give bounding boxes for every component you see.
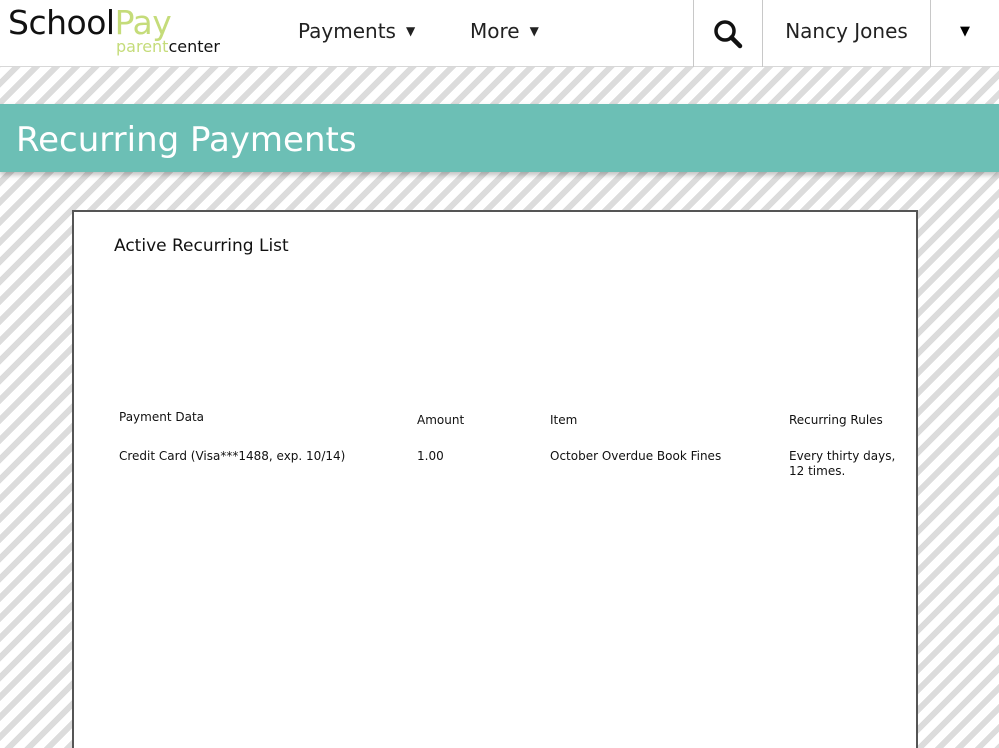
nav-more-menu[interactable]: More ▼ [470,0,539,62]
nav-payments-label: Payments [298,19,396,43]
column-header-recurring-rules: Recurring Rules [789,413,883,427]
user-menu-name[interactable]: Nancy Jones [763,0,930,62]
search-button[interactable] [694,0,762,67]
page-title: Recurring Payments [16,120,357,160]
logo-center-text: center [168,37,220,56]
recurring-list-panel: Active Recurring List Payment Data Amoun… [72,210,918,748]
top-header: SchoolPay parentcenter Payments ▼ More ▼… [0,0,999,67]
column-header-payment-data: Payment Data [119,410,205,424]
column-header-amount: Amount [417,413,465,427]
nav-more-label: More [470,19,520,43]
cell-amount: 1.00 [417,449,444,463]
user-menu-toggle[interactable]: ▼ [931,0,999,62]
column-header-item: Item [550,413,578,427]
search-icon [714,19,743,48]
logo-parent-text: parent [116,37,169,56]
nav-payments-menu[interactable]: Payments ▼ [298,0,415,62]
page-title-banner: Recurring Payments [0,104,999,172]
logo-subtitle: parentcenter [116,38,220,56]
logo-school-text: School [8,3,115,42]
cell-item: October Overdue Book Fines [550,449,722,463]
chevron-down-icon: ▼ [529,24,539,38]
chevron-down-icon: ▼ [405,24,416,38]
schoolpay-logo[interactable]: SchoolPay parentcenter [8,4,238,62]
cell-payment-data: Credit Card (Visa***1488, exp. 10/14) [119,449,346,463]
cell-recurring-rules: Every thirty days, 12 times. [789,449,896,478]
chevron-down-icon: ▼ [960,23,970,39]
panel-title: Active Recurring List [114,236,289,256]
